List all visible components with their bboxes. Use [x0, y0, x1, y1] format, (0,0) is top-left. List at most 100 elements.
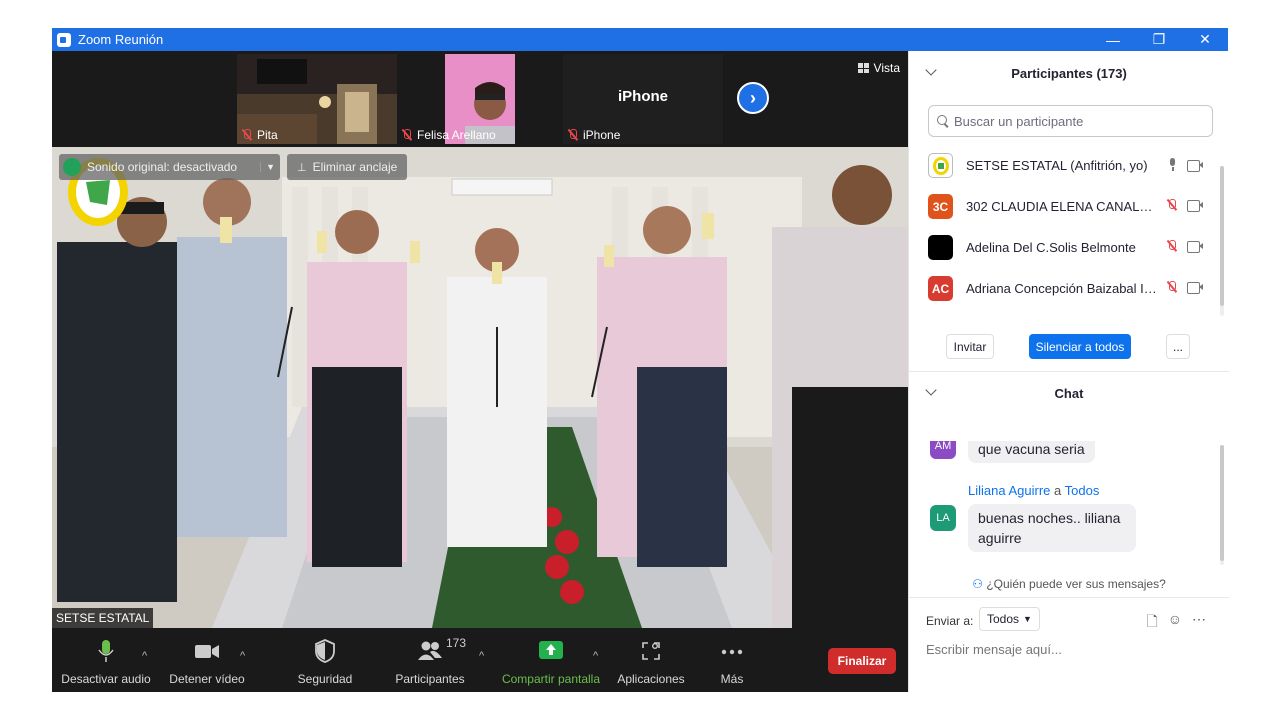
- restore-button[interactable]: ❐: [1136, 28, 1182, 51]
- stop-video-button[interactable]: Detener vídeo: [165, 628, 249, 692]
- chat-bubble: que vacuna seria: [968, 441, 1095, 463]
- more-label: Más: [720, 672, 744, 686]
- participants-scrollbar[interactable]: [1220, 166, 1224, 316]
- chat-scrollbar[interactable]: [1220, 445, 1224, 565]
- participant-row[interactable]: 3C 302 CLAUDIA ELENA CANALES ...: [909, 186, 1217, 227]
- title-bar: Zoom Reunión — ❐ ✕: [52, 28, 1228, 51]
- avatar: LA: [930, 505, 956, 531]
- zoom-window: Zoom Reunión — ❐ ✕ Pita Felisa Arellano …: [52, 28, 1229, 692]
- camera-icon[interactable]: [1187, 159, 1203, 172]
- mic-off-icon[interactable]: [1166, 281, 1178, 293]
- participant-name: Adriana Concepción Baizabal Ib...: [966, 281, 1158, 296]
- chat-title: Chat: [1054, 385, 1084, 401]
- more-button[interactable]: Más: [702, 628, 762, 692]
- mic-off-icon: [567, 129, 579, 141]
- video-thumb-felisa[interactable]: Felisa Arellano: [397, 54, 557, 144]
- recipient-name[interactable]: Todos: [1065, 483, 1100, 498]
- video-options-caret[interactable]: ^: [240, 650, 245, 662]
- mute-all-button[interactable]: Silenciar a todos: [1029, 334, 1131, 359]
- speaker-name-tag: SETSE ESTATAL: [52, 608, 154, 628]
- collapse-chevron-icon[interactable]: [925, 64, 937, 76]
- share-options-caret[interactable]: ^: [593, 650, 598, 662]
- search-placeholder: Buscar un participante: [954, 113, 1084, 129]
- apps-icon: [642, 642, 660, 660]
- emoji-icon[interactable]: ☺: [1168, 611, 1182, 635]
- mute-audio-button[interactable]: Desactivar audio: [60, 628, 152, 692]
- shield-icon: [315, 639, 335, 663]
- participant-row[interactable]: SETSE ESTATAL (Anfitrión, yo): [909, 145, 1217, 186]
- main-speaker-video[interactable]: Sonido original: desactivado ▼ ⊥ Elimina…: [52, 147, 908, 628]
- thumb-name: Pita: [257, 128, 278, 142]
- participant-row[interactable]: AC Adriana Concepción Baizabal Ib...: [909, 268, 1217, 309]
- chat-message-input[interactable]: Escribir mensaje aquí...: [926, 642, 1062, 657]
- chat-message-line: aguirre: [978, 530, 1022, 546]
- participants-scroll-thumb[interactable]: [1220, 166, 1224, 306]
- original-sound-label: Sonido original: desactivado: [87, 160, 238, 174]
- next-page-arrow-icon[interactable]: ›: [737, 82, 769, 114]
- share-screen-button[interactable]: Compartir pantalla: [499, 628, 603, 692]
- participants-count-badge: 173: [446, 636, 467, 650]
- participants-title: Participantes (173): [1011, 65, 1127, 81]
- window-title: Zoom Reunión: [78, 32, 164, 47]
- collapse-chevron-icon[interactable]: [925, 384, 937, 396]
- video-thumb-pita[interactable]: Pita: [237, 54, 397, 144]
- avatar: 3C: [928, 194, 953, 219]
- chat-scroll-thumb[interactable]: [1220, 445, 1224, 561]
- unpin-button[interactable]: ⊥ Eliminar anclaje: [287, 154, 407, 180]
- chevron-down-icon[interactable]: ▼: [260, 162, 280, 172]
- microphone-icon[interactable]: [1168, 158, 1178, 171]
- who-can-see-label: ¿Quién puede ver sus mensajes?: [986, 577, 1166, 591]
- video-thumb-iphone[interactable]: iPhone iPhone: [563, 54, 723, 144]
- side-panel: Participantes (173) Buscar un participan…: [908, 51, 1229, 692]
- security-label: Seguridad: [297, 672, 353, 686]
- more-options-icon[interactable]: ⋯: [1192, 611, 1206, 635]
- mic-off-icon: [401, 129, 413, 141]
- apps-button[interactable]: Aplicaciones: [612, 628, 690, 692]
- video-area: Pita Felisa Arellano iPhone iPhone › Vis…: [52, 51, 908, 692]
- recipient-dropdown-value: Todos: [987, 612, 1020, 626]
- message-sender: Liliana Aguirre a Todos: [968, 483, 1099, 498]
- sender-name[interactable]: Liliana Aguirre: [968, 483, 1050, 498]
- participants-options-caret[interactable]: ^: [479, 650, 484, 662]
- camera-icon[interactable]: [1187, 200, 1203, 212]
- participants-icon: [418, 641, 442, 660]
- avatar: [928, 235, 953, 260]
- file-icon[interactable]: 🗋: [1146, 611, 1157, 635]
- avatar: AM: [930, 441, 956, 459]
- thumb-name: Felisa Arellano: [417, 128, 496, 142]
- view-button[interactable]: Vista: [857, 61, 900, 75]
- audio-options-caret[interactable]: ^: [142, 650, 147, 662]
- mic-off-icon[interactable]: [1166, 240, 1178, 252]
- invite-button[interactable]: Invitar: [946, 334, 994, 359]
- participant-row[interactable]: Adelina Del C.Solis Belmonte: [909, 227, 1217, 268]
- participants-more-button[interactable]: ...: [1166, 334, 1190, 359]
- chevron-down-icon: ▼: [1023, 614, 1032, 624]
- camera-icon[interactable]: [1187, 282, 1203, 294]
- participant-list: SETSE ESTATAL (Anfitrión, yo) 3C 302 CLA…: [909, 145, 1217, 317]
- send-to-label: Enviar a:: [926, 614, 974, 628]
- participant-search-input[interactable]: Buscar un participante: [928, 105, 1213, 137]
- participant-name: 302 CLAUDIA ELENA CANALES ...: [966, 199, 1158, 214]
- participants-header: Participantes (173): [909, 51, 1229, 95]
- mic-off-icon[interactable]: [1166, 199, 1178, 211]
- share-screen-icon: [539, 641, 563, 659]
- apps-label: Aplicaciones: [617, 672, 685, 686]
- avatar: AC: [928, 276, 953, 301]
- original-sound-control[interactable]: Sonido original: desactivado ▼: [59, 154, 280, 180]
- setse-logo-icon: [932, 156, 949, 175]
- close-button[interactable]: ✕: [1182, 28, 1228, 51]
- meeting-room-scene: [52, 147, 908, 628]
- minimize-button[interactable]: —: [1090, 28, 1136, 51]
- sender-to-word: a: [1054, 483, 1062, 498]
- more-icon: [721, 649, 743, 655]
- camera-icon[interactable]: [1187, 241, 1203, 253]
- stop-video-label: Detener vídeo: [169, 672, 245, 686]
- who-can-see-link[interactable]: ⚇ ¿Quién puede ver sus mensajes?: [909, 577, 1229, 591]
- participant-row[interactable]: [909, 309, 1217, 317]
- share-screen-label: Compartir pantalla: [501, 672, 601, 686]
- participants-label: Participantes: [395, 672, 465, 686]
- end-meeting-button[interactable]: Finalizar: [828, 648, 896, 674]
- video-camera-icon: [195, 645, 219, 658]
- recipient-dropdown[interactable]: Todos ▼: [979, 607, 1040, 631]
- security-button[interactable]: Seguridad: [288, 628, 362, 692]
